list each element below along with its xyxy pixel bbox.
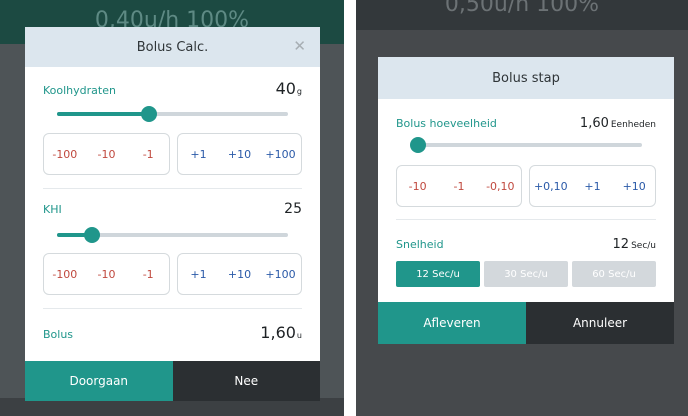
carbs-plus-100-button[interactable]: +100 [260,134,301,174]
carbs-decrement-group: -100 -10 -1 [43,133,170,175]
basal-rate-readout: 0,50u/h 100% [444,0,600,17]
amount-decrement-group: -10 -1 -0,10 [396,165,522,207]
bolus-unit: u [296,331,302,340]
amount-value: 1,60 [579,116,609,131]
carbs-minus-100-button[interactable]: -100 [44,134,86,174]
slider-thumb[interactable] [141,106,158,122]
carbs-row: Koolhydraten 40g [43,79,302,98]
amount-plus-1-button[interactable]: +1 [572,166,614,206]
carbs-value-group: 40g [276,79,302,98]
carbs-plus-10-button[interactable]: +10 [219,134,260,174]
speed-option-60[interactable]: 60 Sec/u [572,261,656,287]
divider [396,219,656,220]
speed-value: 12 [612,237,630,252]
amount-increment-group: +0,10 +1 +10 [529,165,656,207]
continue-button[interactable]: Doorgaan [25,361,173,401]
slider-fill [57,112,150,116]
khi-decrement-group: -100 -10 -1 [43,253,170,295]
dialog-title: Bolus stap [492,70,560,86]
amount-plus-10-button[interactable]: +10 [613,166,655,206]
deliver-button[interactable]: Afleveren [378,302,526,344]
bolus-row: Bolus 1,60u [43,323,302,342]
dialog-footer: Afleveren Annuleer [378,302,674,344]
dialog-header: Bolus Calc. ✕ [25,27,320,67]
speed-options: 12 Sec/u 30 Sec/u 60 Sec/u [396,261,656,287]
divider [43,188,302,189]
carbs-increment-group: +1 +10 +100 [177,133,302,175]
no-button[interactable]: Nee [172,361,320,401]
dialog-title: Bolus Calc. [136,39,209,55]
khi-value: 25 [284,201,302,217]
dialog-footer: Doorgaan Nee [25,361,320,401]
carbs-unit: g [296,87,302,96]
bolus-value: 1,60 [260,323,296,342]
slider-thumb[interactable] [83,227,100,243]
carbs-label: Koolhydraten [43,84,116,97]
bolus-value-group: 1,60u [260,323,302,342]
carbs-value: 40 [275,79,296,98]
speed-row: Snelheid 12 Sec/u [396,233,656,252]
carbs-slider[interactable] [57,106,288,122]
amount-label: Bolus hoeveelheid [396,117,497,130]
khi-label: KHI [43,203,62,216]
bolus-step-dialog: Bolus stap Bolus hoeveelheid 1,60 Eenhede… [378,57,674,344]
khi-increment-group: +1 +10 +100 [177,253,302,295]
carbs-plus-1-button[interactable]: +1 [178,134,219,174]
amount-minus-10-button[interactable]: -10 [397,166,438,206]
speed-label: Snelheid [396,238,444,251]
speed-unit: Sec/u [631,241,656,251]
amount-plus-0-10-button[interactable]: +0,10 [530,166,572,206]
bolus-label: Bolus [43,328,74,341]
close-icon[interactable]: ✕ [293,38,306,54]
amount-slider[interactable] [410,137,642,153]
amount-unit: Eenheden [610,120,656,130]
amount-row: Bolus hoeveelheid 1,60 Eenheden [396,112,656,131]
dialog-header: Bolus stap [378,57,674,99]
khi-minus-100-button[interactable]: -100 [44,254,86,294]
khi-slider[interactable] [57,227,288,243]
bolus-calc-screen: 0,40u/h 100% Bolus Calc. ✕ Koolhydraten … [0,0,344,416]
khi-plus-1-button[interactable]: +1 [178,254,219,294]
speed-value-group: 12 Sec/u [613,233,656,252]
khi-row: KHI 25 [43,201,302,217]
status-bar: 0,50u/h 100% [356,0,688,30]
khi-minus-1-button[interactable]: -1 [127,254,169,294]
speed-option-30[interactable]: 30 Sec/u [484,261,568,287]
khi-plus-10-button[interactable]: +10 [219,254,260,294]
carbs-minus-1-button[interactable]: -1 [127,134,169,174]
slider-track [418,143,642,147]
amount-minus-1-button[interactable]: -1 [438,166,479,206]
khi-minus-10-button[interactable]: -10 [86,254,128,294]
carbs-minus-10-button[interactable]: -10 [86,134,128,174]
khi-plus-100-button[interactable]: +100 [260,254,301,294]
bolus-step-screen: 0,50u/h 100% Bolus stap Bolus hoeveelhei… [356,0,688,416]
amount-value-group: 1,60 Eenheden [580,112,656,131]
slider-thumb[interactable] [410,137,426,153]
divider [43,308,302,309]
cancel-button[interactable]: Annuleer [526,302,674,344]
bolus-calc-dialog: Bolus Calc. ✕ Koolhydraten 40g -100 -10 … [25,27,320,401]
speed-option-12[interactable]: 12 Sec/u [396,261,480,287]
amount-minus-0-10-button[interactable]: -0,10 [480,166,521,206]
